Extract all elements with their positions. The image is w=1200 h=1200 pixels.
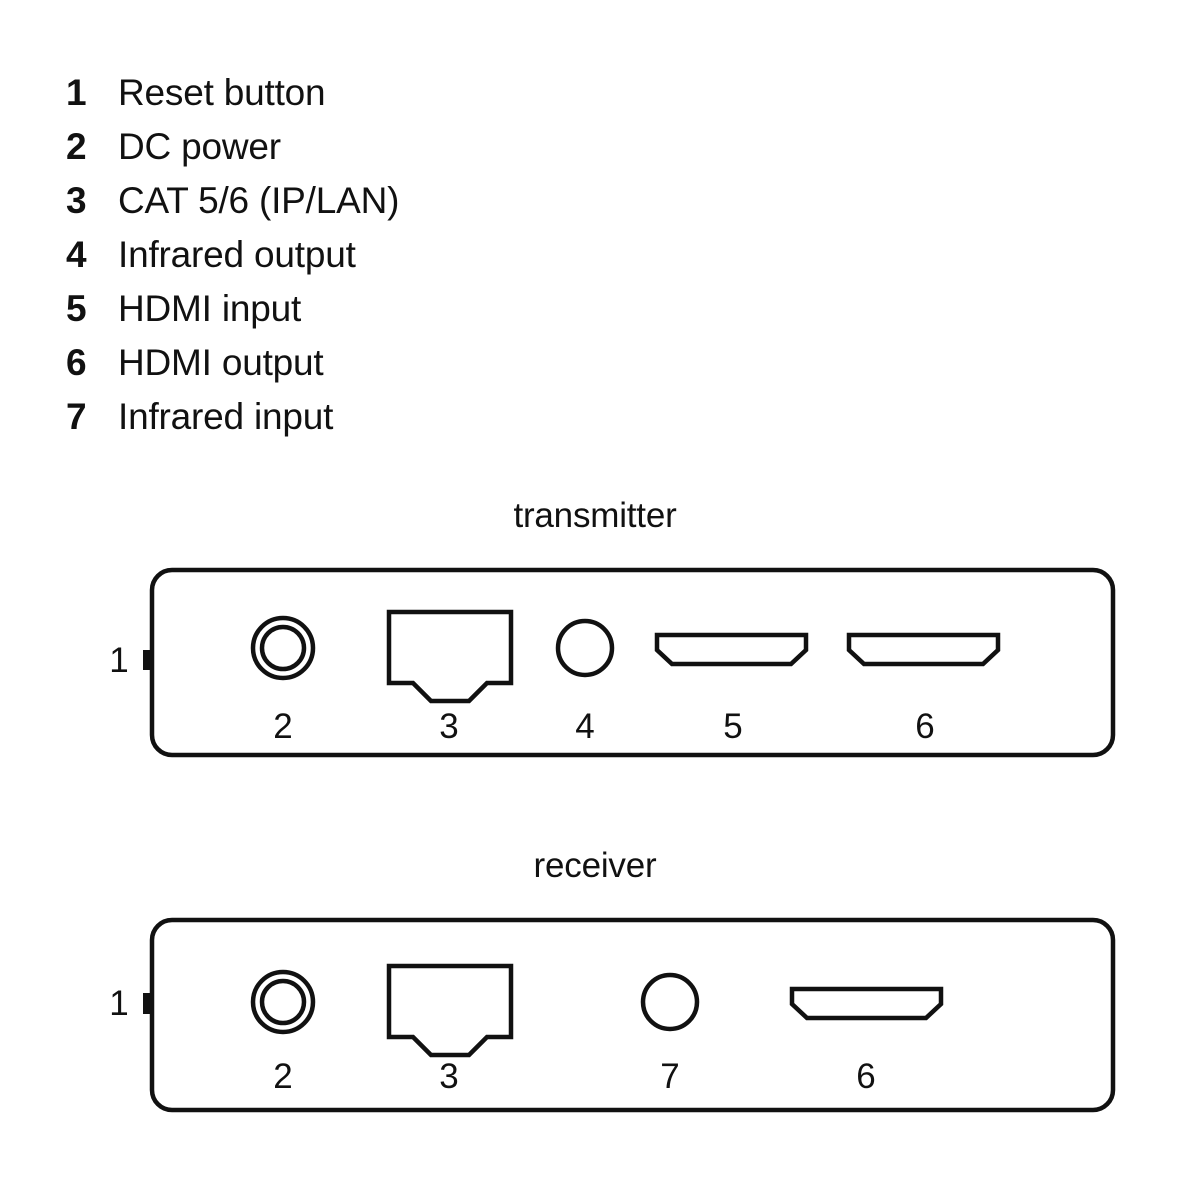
legend-list: 1 Reset button 2 DC power 3 CAT 5/6 (IP/… (66, 74, 666, 452)
receiver-port-label-3: 3 (439, 1057, 458, 1096)
receiver-port-label-6: 6 (856, 1057, 875, 1096)
receiver-chassis (149, 917, 1116, 1113)
legend-item-7: 7 Infrared input (66, 398, 666, 452)
legend-label: Reset button (118, 72, 326, 113)
dc-power-port-inner-ring[interactable] (259, 978, 307, 1026)
legend-label: HDMI input (118, 288, 302, 329)
legend-number: 4 (66, 234, 87, 275)
legend-number: 1 (66, 72, 87, 113)
infrared-output-port[interactable] (555, 618, 615, 678)
transmitter-port-label-6: 6 (915, 707, 934, 746)
hdmi-output-port[interactable] (846, 632, 1001, 667)
transmitter-port-label-4: 4 (575, 707, 594, 746)
transmitter-title: transmitter (513, 496, 677, 535)
receiver-diagram: 1 2 3 7 6 (109, 917, 1116, 1113)
legend-item-3: 3 CAT 5/6 (IP/LAN) (66, 182, 666, 236)
dc-power-port-inner-ring[interactable] (259, 624, 307, 672)
legend-number: 5 (66, 288, 87, 329)
transmitter-port-label-5: 5 (723, 707, 742, 746)
hdmi-input-port[interactable] (654, 632, 809, 667)
legend-item-2: 2 DC power (66, 128, 666, 182)
legend-number: 6 (66, 342, 87, 383)
legend-item-4: 4 Infrared output (66, 236, 666, 290)
legend-item-6: 6 HDMI output (66, 344, 666, 398)
legend-label: HDMI output (118, 342, 324, 383)
infrared-input-port[interactable] (640, 972, 700, 1032)
receiver-port-label-7: 7 (660, 1057, 679, 1096)
legend-number: 7 (66, 396, 87, 437)
legend-label: Infrared output (118, 234, 356, 275)
receiver-title: receiver (533, 846, 657, 885)
hdmi-output-port[interactable] (789, 986, 944, 1021)
legend-label: Infrared input (118, 396, 334, 437)
legend-item-1: 1 Reset button (66, 74, 666, 128)
legend-number: 3 (66, 180, 87, 221)
transmitter-diagram: 1 2 3 4 5 6 (109, 567, 1116, 758)
reset-button-port[interactable] (143, 650, 154, 670)
diagram-page: 1 Reset button 2 DC power 3 CAT 5/6 (IP/… (0, 0, 1200, 1200)
legend-item-5: 5 HDMI input (66, 290, 666, 344)
legend-label: CAT 5/6 (IP/LAN) (118, 180, 400, 221)
receiver-edge-label: 1 (109, 984, 128, 1023)
transmitter-edge-label: 1 (109, 641, 128, 680)
transmitter-port-label-3: 3 (439, 707, 458, 746)
reset-button-port[interactable] (143, 993, 154, 1014)
rj45-ethernet-port[interactable] (386, 609, 514, 704)
legend-number: 2 (66, 126, 87, 167)
receiver-port-label-2: 2 (273, 1057, 292, 1096)
transmitter-port-label-2: 2 (273, 707, 292, 746)
legend-label: DC power (118, 126, 281, 167)
rj45-ethernet-port[interactable] (386, 963, 514, 1058)
